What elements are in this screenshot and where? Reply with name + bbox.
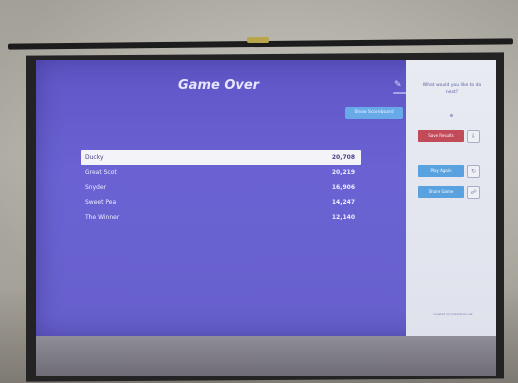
show-scoreboard-button[interactable]: Show Scoreboard	[345, 107, 403, 119]
table-row: Great Scot 20,219	[81, 165, 361, 180]
projected-game-screen: Game Over ✎ Show Scoreboard Ducky 20,708…	[36, 60, 496, 336]
save-icon[interactable]: ⇩	[467, 130, 480, 143]
player-score: 16,906	[331, 184, 355, 191]
player-score: 12,140	[331, 214, 355, 221]
table-row: The Winner 12,140	[81, 210, 361, 225]
player-name: Ducky	[85, 154, 104, 161]
player-name: Great Scot	[85, 169, 117, 176]
screen-bar-clip	[247, 37, 269, 43]
leaderboard-table: Ducky 20,708 Great Scot 20,219 Snyder 16…	[81, 150, 361, 225]
player-name: Sweet Pea	[85, 199, 117, 206]
photo: Game Over ✎ Show Scoreboard Ducky 20,708…	[0, 0, 518, 383]
player-score: 14,247	[331, 199, 355, 206]
table-row: Sweet Pea 14,247	[81, 195, 361, 210]
table-row: Snyder 16,906	[81, 180, 361, 195]
share-icon[interactable]: ☍	[467, 186, 480, 199]
share-game-button[interactable]: Share Game	[418, 186, 464, 198]
player-score: 20,708	[331, 154, 355, 161]
edit-icon[interactable]: ✎	[394, 80, 404, 90]
player-name: The Winner	[85, 214, 120, 221]
play-again-button[interactable]: Play Again	[418, 165, 464, 177]
projector-screen-bottom	[36, 336, 496, 376]
panel-footer: Created On ClassTools.net	[433, 312, 473, 316]
player-score: 20,219	[331, 169, 355, 176]
replay-icon[interactable]: ↻	[467, 165, 480, 178]
divider-dot	[450, 114, 453, 117]
table-row: Ducky 20,708	[81, 150, 361, 165]
next-action-question: What would you like to do next?	[422, 83, 482, 95]
page-title: Game Over	[178, 78, 260, 93]
player-name: Snyder	[85, 184, 107, 191]
edit-caption	[393, 92, 407, 94]
next-action-panel: What would you like to do next? Save Res…	[406, 60, 496, 336]
save-results-button[interactable]: Save Results	[418, 130, 464, 142]
